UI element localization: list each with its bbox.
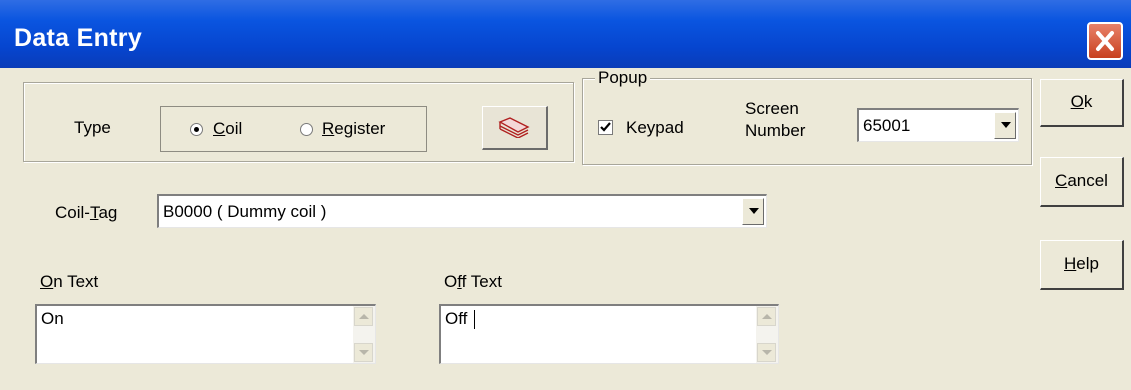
keypad-checkbox[interactable] xyxy=(598,120,613,135)
cancel-button[interactable]: Cancel xyxy=(1040,157,1124,207)
on-text-value: On xyxy=(41,309,64,328)
off-text-scrollbar[interactable] xyxy=(756,306,778,363)
coil-tag-dropdown-button[interactable] xyxy=(742,198,764,225)
register-radio[interactable] xyxy=(300,123,313,136)
text-cursor xyxy=(474,310,475,329)
screen-number-dropdown-button[interactable] xyxy=(994,112,1016,139)
popup-legend: Popup xyxy=(595,68,651,88)
type-label: Type xyxy=(74,118,111,137)
on-text-label: On Text xyxy=(40,272,99,291)
close-button[interactable] xyxy=(1087,22,1123,60)
scroll-up-icon[interactable] xyxy=(354,307,373,326)
scroll-down-icon[interactable] xyxy=(354,343,373,362)
coil-tag-value: B0000 ( Dummy coil ) xyxy=(163,202,327,221)
on-text-field[interactable]: On xyxy=(35,304,376,364)
off-text-field[interactable]: Off xyxy=(439,304,779,364)
window-title: Data Entry xyxy=(14,24,143,52)
screen-number-combo[interactable]: 65001 xyxy=(857,108,1019,142)
coil-tag-label: Coil-Tag xyxy=(55,203,118,222)
checkmark-icon xyxy=(600,122,611,132)
ok-button[interactable]: Ok xyxy=(1040,79,1124,127)
on-text-scrollbar[interactable] xyxy=(353,306,375,363)
register-radio-label[interactable]: Register xyxy=(322,119,385,139)
scroll-down-icon[interactable] xyxy=(757,343,776,362)
title-bar[interactable]: Data Entry xyxy=(0,0,1131,68)
coil-tag-combo[interactable]: B0000 ( Dummy coil ) xyxy=(157,194,767,228)
coil-radio-label[interactable]: Coil xyxy=(213,119,242,139)
coil-radio[interactable] xyxy=(190,123,203,136)
screen-number-value: 65001 xyxy=(863,116,911,135)
help-button[interactable]: Help xyxy=(1040,240,1124,290)
tag-browse-icon xyxy=(498,117,530,138)
dialog-body: Type Coil Register Popup Keypad Screen N… xyxy=(0,68,1131,390)
data-entry-dialog: Data Entry Type Coil Register Popup Keyp… xyxy=(0,0,1131,390)
keypad-label[interactable]: Keypad xyxy=(626,118,684,138)
screen-number-label: Screen Number xyxy=(745,99,806,140)
scroll-up-icon[interactable] xyxy=(757,307,776,326)
close-icon xyxy=(1096,31,1114,51)
off-text-label: Off Text xyxy=(444,272,502,291)
off-text-value: Off xyxy=(445,309,468,328)
tag-browse-button[interactable] xyxy=(482,106,548,150)
